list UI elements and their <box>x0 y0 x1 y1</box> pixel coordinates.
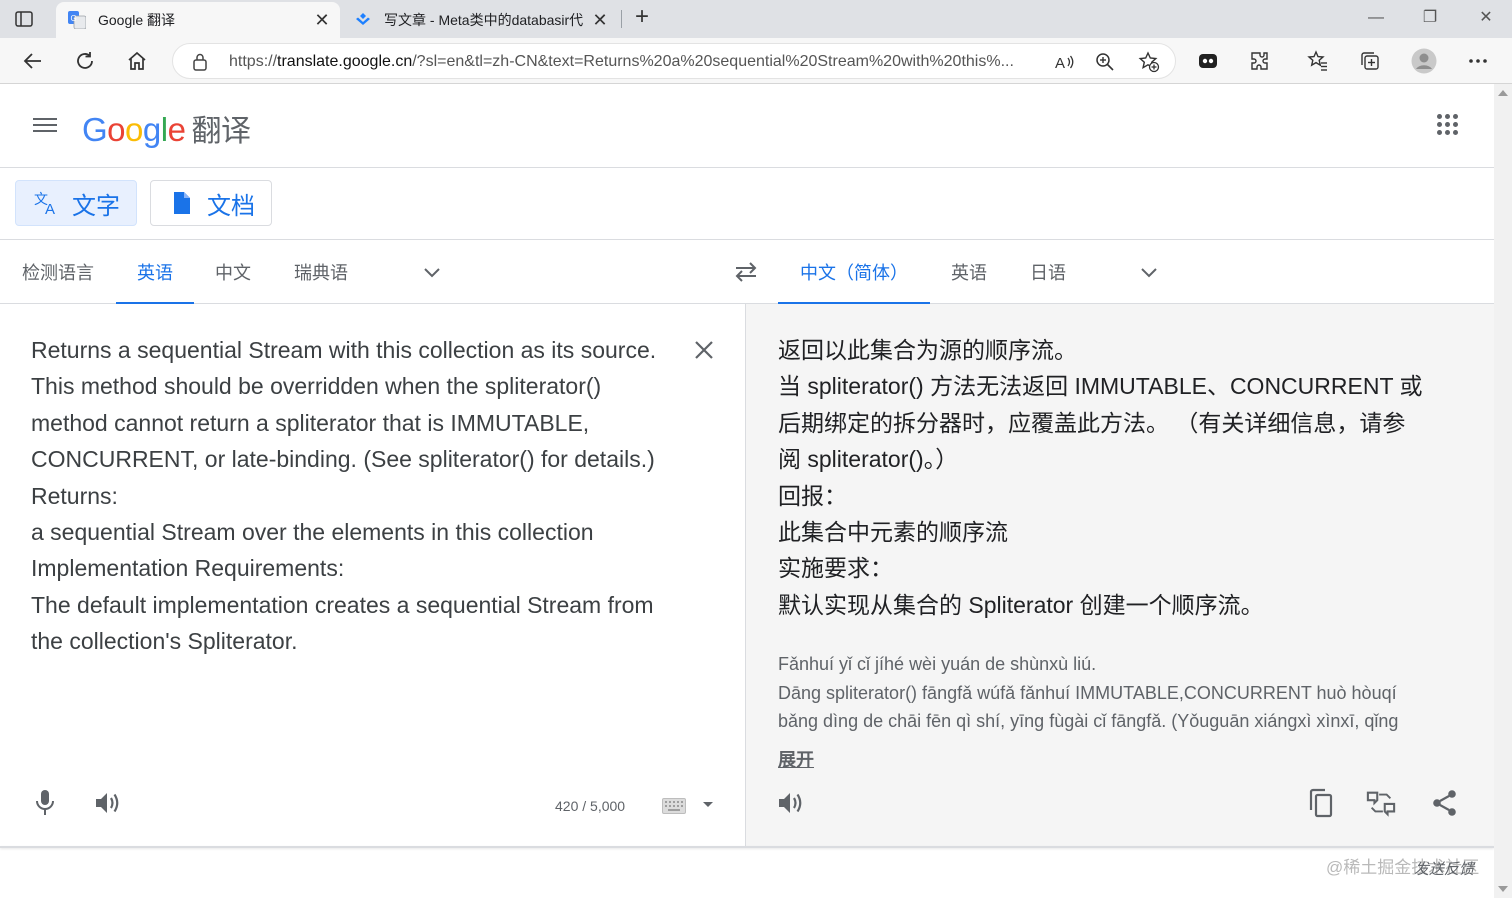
pane-bottom-border <box>0 846 1494 848</box>
home-icon[interactable] <box>123 47 151 75</box>
translated-line: 当 spliterator() 方法无法返回 IMMUTABLE、CONCURR… <box>778 373 1423 400</box>
source-lang-detect[interactable]: 检测语言 <box>0 240 116 304</box>
url-text[interactable]: https://translate.google.cn/?sl=en&tl=zh… <box>229 53 1041 71</box>
expand-transliteration-link[interactable]: 展开 <box>778 746 814 772</box>
google-apps-icon[interactable] <box>1436 113 1460 137</box>
zoom-icon[interactable] <box>1093 50 1117 74</box>
tab-title: Google 翻译 <box>98 12 176 28</box>
translated-line: 返回以此集合为源的顺序流。 <box>778 337 1077 363</box>
extension-game-icon[interactable] <box>1194 47 1222 75</box>
svg-text:A: A <box>1055 55 1065 72</box>
tab-close-icon[interactable]: ✕ <box>588 8 612 32</box>
read-aloud-icon[interactable]: A <box>1053 50 1077 74</box>
main-menu-icon[interactable] <box>33 114 61 138</box>
page-scrollbar[interactable] <box>1494 84 1512 898</box>
translate-icon: 文A <box>34 190 60 216</box>
scroll-up-arrow-icon[interactable] <box>1498 90 1508 96</box>
browser-tab-juejin[interactable]: 写文章 - Meta类中的databasir代 ✕ <box>342 2 618 38</box>
extensions-icon[interactable] <box>1246 47 1274 75</box>
translation-result-area: 返回以此集合为源的顺序流。 当 spliterator() 方法无法返回 IMM… <box>746 304 1494 846</box>
transliteration-line: bǎng dìng de chāi fēn qì shí, yīng fùgài… <box>778 711 1399 731</box>
transliteration: Fǎnhuí yǐ cǐ jíhé wèi yuán de shùnxù liú… <box>778 650 1448 736</box>
add-favorite-icon[interactable] <box>1137 50 1161 74</box>
scroll-down-arrow-icon[interactable] <box>1498 886 1508 892</box>
document-mode-button[interactable]: 文档 <box>150 180 272 226</box>
text-mode-button[interactable]: 文A 文字 <box>15 180 137 226</box>
target-lang-english[interactable]: 英语 <box>930 240 1008 304</box>
address-bar[interactable]: https://translate.google.cn/?sl=en&tl=zh… <box>172 43 1176 79</box>
translated-line: 后期绑定的拆分器时，应覆盖此方法。 （有关详细信息，请参 <box>778 409 1406 436</box>
restore-icon[interactable]: ❐ <box>1418 6 1442 30</box>
source-lang-chinese[interactable]: 中文 <box>194 240 272 304</box>
profile-avatar-icon[interactable] <box>1410 47 1438 75</box>
browser-tab-bar: G Google 翻译 ✕ 写文章 - Meta类中的databasir代 ✕ … <box>0 0 1512 38</box>
translated-line: 阅 spliterator()。） <box>778 446 959 473</box>
rate-translation-icon[interactable] <box>1366 788 1396 818</box>
refresh-icon[interactable] <box>71 47 99 75</box>
clear-source-close-icon[interactable] <box>692 338 716 362</box>
source-lang-swedish[interactable]: 瑞典语 <box>272 240 370 304</box>
input-tools-caret-down-icon[interactable] <box>703 802 713 807</box>
tab-actions-icon[interactable] <box>14 9 34 29</box>
tab-close-icon[interactable]: ✕ <box>310 8 334 32</box>
google-translate-page: Google 翻译 文A 文字 文档 检测语言 英语 中文 瑞典语 中文（简体）… <box>0 84 1494 898</box>
google-translate-favicon-icon: G <box>68 11 87 30</box>
product-name: 翻译 <box>191 115 251 148</box>
character-count: 420 / 5,000 <box>555 798 626 814</box>
transliteration-line: Dāng spliterator() fāngfǎ wúfǎ fǎnhuí IM… <box>778 682 1397 703</box>
swap-languages-icon[interactable] <box>732 260 760 284</box>
send-feedback-link[interactable]: 发送反馈 <box>1414 858 1474 879</box>
browser-tab-google-translate[interactable]: G Google 翻译 ✕ <box>56 2 340 38</box>
mode-selector: 文A 文字 文档 <box>0 168 1494 240</box>
source-more-languages-chevron-down-icon[interactable] <box>422 262 442 282</box>
transliteration-line: Fǎnhuí yǐ cǐ jíhé wèi yuán de shùnxù liú… <box>778 654 1097 674</box>
svg-text:G: G <box>71 14 77 23</box>
source-line: the collection's Spliterator. <box>31 628 298 655</box>
translated-line: 实施要求： <box>778 555 893 582</box>
text-mode-label: 文字 <box>72 192 120 220</box>
translated-text[interactable]: 返回以此集合为源的顺序流。 当 spliterator() 方法无法返回 IMM… <box>778 332 1438 623</box>
language-bar: 检测语言 英语 中文 瑞典语 中文（简体） 英语 日语 <box>0 240 1494 305</box>
translated-line: 回报： <box>778 482 847 509</box>
translated-line: 默认实现从集合的 Spliterator 创建一个顺序流。 <box>778 591 1264 618</box>
source-line: CONCURRENT, or late-binding. (See splite… <box>31 446 655 473</box>
favorites-icon[interactable] <box>1304 47 1332 75</box>
source-line: a sequential Stream over the elements in… <box>31 519 594 546</box>
app-header: Google 翻译 <box>0 84 1494 168</box>
minimize-icon[interactable]: ― <box>1364 6 1388 30</box>
new-tab-icon[interactable]: + <box>630 5 654 30</box>
juejin-favicon-icon <box>354 11 372 29</box>
browser-toolbar: https://translate.google.cn/?sl=en&tl=zh… <box>0 38 1512 84</box>
target-lang-chinese-simplified[interactable]: 中文（简体） <box>778 240 930 305</box>
lock-icon[interactable] <box>191 52 209 77</box>
share-translation-icon[interactable] <box>1430 788 1460 818</box>
svg-text:A: A <box>45 201 55 216</box>
source-text[interactable]: Returns a sequential Stream with this co… <box>31 332 691 660</box>
translated-line: 此集合中元素的顺序流 <box>778 519 1008 546</box>
target-listen-speaker-icon[interactable] <box>776 788 806 818</box>
window-close-icon[interactable]: ✕ <box>1474 6 1498 30</box>
source-line: Returns a sequential Stream with this co… <box>31 337 657 363</box>
document-icon <box>169 190 195 216</box>
source-listen-speaker-icon[interactable] <box>93 788 123 818</box>
microphone-icon[interactable] <box>30 788 60 818</box>
source-line: The default implementation creates a seq… <box>31 591 654 618</box>
document-mode-label: 文档 <box>207 192 255 220</box>
tab-separator <box>621 10 622 28</box>
source-lang-english[interactable]: 英语 <box>116 240 194 305</box>
source-line: This method should be overridden when th… <box>31 373 602 400</box>
target-lang-japanese[interactable]: 日语 <box>1008 240 1088 304</box>
collections-icon[interactable] <box>1356 47 1384 75</box>
back-icon[interactable] <box>19 47 47 75</box>
keyboard-icon[interactable] <box>662 798 686 814</box>
source-line: Returns: <box>31 482 118 509</box>
target-more-languages-chevron-down-icon[interactable] <box>1139 262 1159 282</box>
tab-title: 写文章 - Meta类中的databasir代 <box>384 12 584 28</box>
google-translate-logo[interactable]: Google 翻译 <box>82 106 251 150</box>
copy-translation-icon[interactable] <box>1305 788 1335 818</box>
source-line: Implementation Requirements: <box>31 555 345 582</box>
more-menu-icon[interactable] <box>1464 47 1492 75</box>
source-text-area[interactable]: Returns a sequential Stream with this co… <box>0 304 746 846</box>
source-line: method cannot return a spliterator that … <box>31 409 590 436</box>
